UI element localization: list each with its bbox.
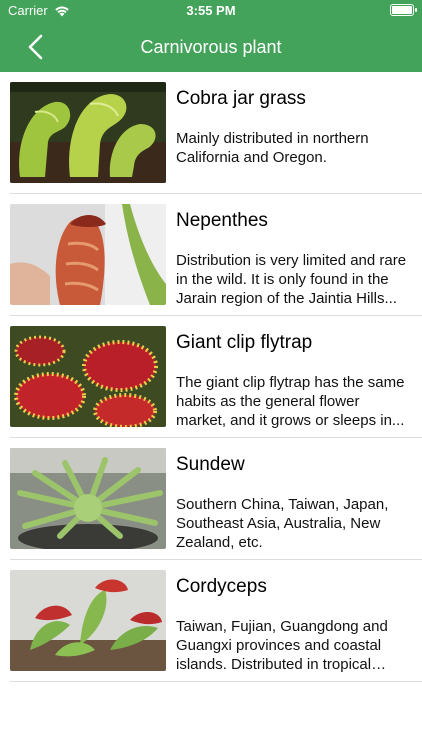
plant-list: Cobra jar grass Mainly distributed in no… <box>0 72 422 682</box>
plant-description: Mainly distributed in northern Californi… <box>176 130 369 166</box>
battery-fill <box>392 6 412 14</box>
list-item[interactable]: Giant clip flytrap The giant clip flytra… <box>10 316 422 438</box>
list-item[interactable]: Sundew Southern China, Taiwan, Japan, So… <box>10 438 422 560</box>
plant-name: Giant clip flytrap <box>176 332 313 353</box>
navigation-bar: Carnivorous plant <box>0 22 422 72</box>
plant-image <box>10 570 166 671</box>
plant-image <box>10 326 166 427</box>
plant-image <box>10 82 166 183</box>
plant-image <box>10 448 166 549</box>
plant-name: Cordyceps <box>176 576 267 597</box>
plant-description: Southern China, Taiwan, Japan, Southeast… <box>176 496 389 551</box>
list-item[interactable]: Cordyceps Taiwan, Fujian, Guangdong and … <box>10 560 422 682</box>
plant-name: Sundew <box>176 454 245 475</box>
plant-description: The giant clip flytrap has the same habi… <box>176 374 405 429</box>
plant-name: Nepenthes <box>176 210 268 231</box>
plant-name: Cobra jar grass <box>176 88 306 109</box>
plant-description: Distribution is very limited and rare in… <box>176 252 407 307</box>
battery-icon <box>390 4 417 16</box>
page-title: Carnivorous plant <box>140 37 282 57</box>
list-item[interactable]: Cobra jar grass Mainly distributed in no… <box>10 72 422 194</box>
status-time: 3:55 PM <box>186 3 236 18</box>
plant-image <box>10 204 166 305</box>
plant-description: Taiwan, Fujian, Guangdong and Guangxi pr… <box>176 618 388 673</box>
status-bar: Carrier 3:55 PM <box>0 0 422 22</box>
list-item[interactable]: Nepenthes Distribution is very limited a… <box>10 194 422 316</box>
